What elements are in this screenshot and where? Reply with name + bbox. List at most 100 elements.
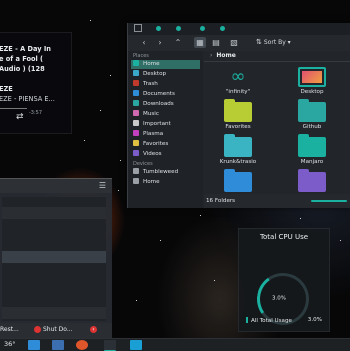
breadcrumb[interactable]: › Home (210, 52, 236, 59)
back-button[interactable]: ‹ (138, 37, 150, 48)
favorites-icon (133, 140, 139, 146)
folder-label: Desktop (300, 89, 324, 95)
sidebar-item-downloads[interactable]: Downloads (131, 100, 200, 109)
shutdown-button[interactable]: Shut Do... (34, 326, 73, 333)
drive-icon (133, 168, 139, 174)
folder-item[interactable]: Krunk&trasio (210, 134, 266, 165)
launcher-header: ☰ (0, 179, 112, 193)
folder-item[interactable]: Github (284, 99, 340, 130)
icon-view-button[interactable]: ▦ (194, 37, 206, 48)
cpu-gauge-value: 3.0% (272, 295, 287, 302)
sidebar-item-trash[interactable]: Trash (131, 80, 200, 89)
sort-label: Sort By (263, 39, 286, 46)
task-manager-icon[interactable] (52, 340, 64, 350)
folder-label: Krunk&trasio (219, 159, 257, 165)
devices-header: Devices (133, 161, 153, 167)
cpu-usage-widget: Total CPU Use 3.0% All Total Usage 3.0% (238, 228, 330, 332)
folder-icon (224, 99, 252, 122)
titlebar-dot[interactable] (176, 26, 181, 31)
important-icon (133, 120, 139, 126)
titlebar-dot[interactable] (220, 26, 225, 31)
compact-view-button[interactable]: ▤ (210, 37, 222, 48)
status-bar: 16 Folders (204, 194, 350, 208)
sidebar-item-plasma[interactable]: Plasma (131, 130, 200, 139)
breadcrumb-current: Home (216, 52, 236, 59)
forward-button[interactable]: › (154, 37, 166, 48)
restart-label: Rest... (0, 326, 19, 333)
window-titlebar[interactable] (128, 23, 350, 35)
track-album: EZE - PIENSA E... (0, 95, 55, 103)
folder-item[interactable]: ∞ "infinity" (210, 66, 266, 96)
track-title-line-2: e of a Fool ( (0, 55, 44, 63)
list-item[interactable] (2, 307, 106, 319)
sidebar-item-label: Downloads (143, 101, 174, 107)
folder-icon (224, 169, 252, 192)
sidebar-item-videos[interactable]: Videos (131, 150, 200, 159)
media-player-widget: EZE - A Day In e of a Fool ( Audio ) (12… (0, 32, 72, 134)
weather-temperature[interactable]: 36° (4, 340, 16, 348)
more-icon: ‹ (92, 326, 95, 333)
breadcrumb-separator: › (210, 52, 213, 59)
sidebar-item-label: Important (143, 121, 171, 127)
cpu-legend: All Total Usage (246, 317, 292, 324)
desktop-icon (298, 67, 326, 87)
folder-item[interactable]: Favorites (210, 99, 266, 130)
videos-icon (133, 150, 139, 156)
legend-swatch (246, 317, 248, 323)
device-item-label: Home (143, 179, 160, 185)
progress-track[interactable] (0, 108, 27, 109)
folder-icon (298, 169, 326, 192)
file-manager-icon[interactable] (130, 340, 142, 350)
details-view-button[interactable]: ▧ (228, 37, 240, 48)
sidebar-item-label: Favorites (143, 141, 169, 147)
more-button[interactable]: ‹ (90, 326, 97, 333)
infinity-icon: ∞ (230, 66, 246, 87)
sort-by-button[interactable]: ⇅ Sort By ▾ (256, 37, 291, 48)
downloads-icon (133, 100, 139, 106)
list-item[interactable] (2, 251, 106, 263)
desktop-icon (133, 70, 139, 76)
titlebar-dot[interactable] (200, 26, 205, 31)
folder-item[interactable]: Desktop (284, 67, 340, 95)
device-item-label: Tumbleweed (143, 169, 179, 175)
sort-caret: ▾ (287, 39, 291, 46)
sidebar-item-documents[interactable]: Documents (131, 90, 200, 99)
trash-icon (133, 80, 139, 86)
folder-label: Github (302, 124, 322, 130)
sidebar-item-important[interactable]: Important (131, 120, 200, 129)
list-item[interactable] (2, 207, 106, 219)
sidebar-item-favorites[interactable]: Favorites (131, 140, 200, 149)
titlebar-dot[interactable] (156, 26, 161, 31)
up-button[interactable]: ⌃ (172, 37, 184, 48)
restart-button[interactable]: Rest... (0, 326, 19, 333)
terminal-icon[interactable] (104, 340, 116, 351)
taskbar: 36° (0, 338, 350, 351)
sidebar-item-label: Videos (143, 151, 162, 157)
track-title-line-3: Audio ) (128 (0, 65, 45, 73)
folder-item[interactable]: Manjaro (284, 134, 340, 165)
track-artist: EZE (0, 85, 13, 93)
documents-icon (133, 90, 139, 96)
legend-label: All Total Usage (251, 318, 292, 324)
sidebar-item-desktop[interactable]: Desktop (131, 70, 200, 79)
device-item-tumbleweed[interactable]: Tumbleweed (131, 168, 200, 177)
firefox-icon[interactable] (76, 340, 88, 350)
folder-label: Favorites (225, 124, 251, 130)
device-item-home[interactable]: Home (131, 178, 200, 187)
app-launcher-icon[interactable] (28, 340, 40, 350)
music-icon (133, 110, 139, 116)
zoom-slider[interactable] (311, 200, 347, 202)
launcher-footer: Rest... Shut Do... ‹ (0, 323, 112, 339)
shuffle-icon[interactable]: ⇄ (16, 112, 24, 122)
drive-icon (133, 178, 139, 184)
places-header: Places (133, 53, 149, 59)
sidebar-item-music[interactable]: Music (131, 110, 200, 119)
time-remaining: -3:57 (29, 110, 43, 116)
window-menu-icon[interactable] (134, 24, 142, 32)
folder-label: "infinity" (225, 89, 251, 95)
sidebar-item-label: Home (143, 61, 160, 67)
sidebar-item-home[interactable]: Home (131, 60, 200, 69)
sliders-icon[interactable]: ☰ (99, 181, 106, 190)
plasma-icon (133, 130, 139, 136)
sidebar-item-label: Plasma (143, 131, 164, 137)
